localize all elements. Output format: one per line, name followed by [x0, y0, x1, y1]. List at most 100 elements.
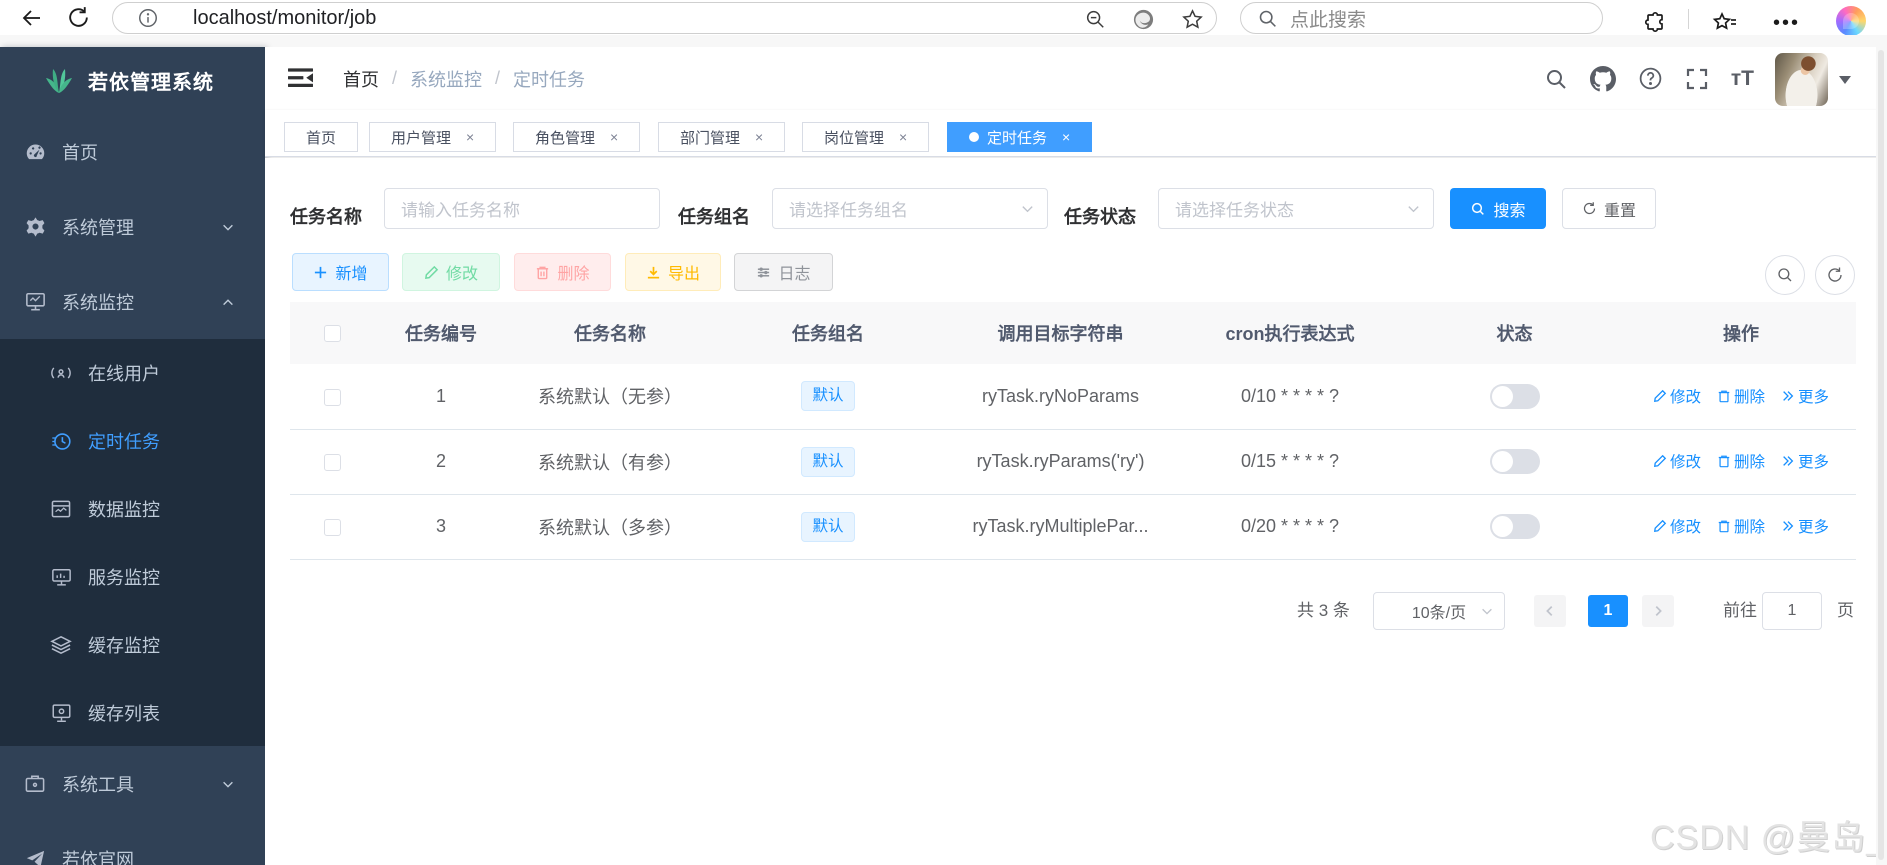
search-button-label: 搜索 — [1493, 197, 1525, 221]
row-delete-link[interactable]: 删除 — [1717, 450, 1765, 472]
tab-close-icon[interactable]: × — [899, 129, 907, 145]
page-scrollbar[interactable] — [1876, 47, 1887, 865]
sidebar-item-label: 数据监控 — [88, 496, 160, 522]
tab-dept-mgmt[interactable]: 部门管理× — [658, 122, 785, 152]
job-group-select[interactable]: 请选择任务组名 — [772, 188, 1048, 229]
edit-button[interactable]: 修改 — [402, 253, 500, 291]
edge-split-icon[interactable] — [1132, 8, 1155, 31]
row-edit-link[interactable]: 修改 — [1653, 450, 1701, 472]
page-size-select[interactable]: 10条/页 — [1373, 592, 1505, 630]
sidebar-item-home[interactable]: 首页 — [0, 114, 265, 189]
row-more-link[interactable]: 更多 — [1781, 385, 1829, 407]
export-button[interactable]: 导出 — [625, 253, 721, 291]
log-list-icon — [756, 265, 771, 280]
row-delete-link[interactable]: 删除 — [1717, 385, 1765, 407]
row-checkbox[interactable] — [324, 389, 341, 406]
favorite-star-icon[interactable] — [1181, 8, 1204, 31]
github-icon[interactable] — [1590, 66, 1616, 92]
log-button-label: 日志 — [778, 260, 810, 284]
tab-close-icon[interactable]: × — [1062, 129, 1070, 145]
reset-button[interactable]: 重置 — [1562, 188, 1656, 229]
service-monitor-icon — [50, 568, 72, 587]
header-search-icon[interactable] — [1544, 67, 1568, 91]
status-toggle[interactable] — [1490, 514, 1540, 539]
search-icon — [1776, 266, 1794, 284]
scrollbar-thumb[interactable] — [1878, 50, 1884, 860]
job-status-select[interactable]: 请选择任务状态 — [1158, 188, 1434, 229]
refresh-icon — [1582, 201, 1597, 216]
browser-search-box[interactable]: 点此搜索 — [1240, 2, 1603, 34]
table-row: 2 系统默认（有参） 默认 ryTask.ryParams('ry') 0/15… — [290, 429, 1856, 494]
refresh-table-button[interactable] — [1815, 255, 1855, 295]
sidebar-logo[interactable]: 若依管理系统 — [0, 47, 265, 114]
sidebar-item-service-monitor[interactable]: 服务监控 — [0, 543, 265, 611]
url-text[interactable]: localhost/monitor/job — [193, 7, 376, 30]
row-more-link[interactable]: 更多 — [1781, 515, 1829, 537]
browser-back-icon[interactable] — [20, 6, 44, 30]
cell-cron: 0/10 * * * * ? — [1177, 364, 1403, 429]
extensions-icon[interactable] — [1644, 11, 1668, 35]
help-icon[interactable] — [1638, 66, 1663, 91]
row-edit-link[interactable]: 修改 — [1653, 385, 1701, 407]
sidebar-item-online-users[interactable]: 在线用户 — [0, 339, 265, 407]
sidebar-item-system-tools[interactable]: 系统工具 — [0, 746, 265, 821]
tab-close-icon[interactable]: × — [610, 129, 618, 145]
sidebar-item-cache-list[interactable]: 缓存列表 — [0, 679, 265, 747]
sidebar-item-official-site[interactable]: 若依官网 — [0, 821, 265, 865]
logo-title: 若依管理系统 — [88, 66, 214, 95]
favorites-bar-icon[interactable] — [1712, 11, 1738, 35]
tab-user-mgmt[interactable]: 用户管理× — [369, 122, 496, 152]
tab-role-mgmt[interactable]: 角色管理× — [513, 122, 640, 152]
row-checkbox[interactable] — [324, 519, 341, 536]
cell-invoke-target: ryTask.ryNoParams — [944, 364, 1177, 429]
tab-post-mgmt[interactable]: 岗位管理 × — [802, 122, 929, 152]
trash-icon — [1717, 389, 1731, 403]
row-delete-link[interactable]: 删除 — [1717, 515, 1765, 537]
goto-page-input[interactable]: 1 — [1762, 592, 1822, 630]
tab-close-icon[interactable]: × — [466, 129, 474, 145]
browser-menu-icon[interactable]: ••• — [1773, 12, 1800, 35]
browser-refresh-icon[interactable] — [66, 5, 91, 30]
search-button[interactable]: 搜索 — [1450, 188, 1546, 229]
col-invoke-target: 调用目标字符串 — [944, 302, 1177, 364]
breadcrumb-level1: 系统监控 — [410, 66, 482, 92]
zoom-out-icon[interactable] — [1084, 8, 1106, 30]
row-edit-link[interactable]: 修改 — [1653, 515, 1701, 537]
page-number-1[interactable]: 1 — [1588, 595, 1628, 627]
copilot-icon[interactable] — [1836, 6, 1866, 36]
active-tab-dot — [969, 132, 979, 142]
pencil-icon — [1653, 519, 1667, 533]
prev-page-button[interactable] — [1534, 595, 1566, 627]
delete-button[interactable]: 删除 — [514, 253, 611, 291]
sidebar-toggle-icon[interactable] — [288, 67, 313, 89]
sidebar-item-cache-monitor[interactable]: 缓存监控 — [0, 611, 265, 679]
status-toggle[interactable] — [1490, 449, 1540, 474]
job-name-input[interactable]: 请输入任务名称 — [384, 188, 660, 229]
show-search-toggle-button[interactable] — [1765, 255, 1805, 295]
tab-home[interactable]: 首页 — [284, 122, 358, 152]
browser-address-bar[interactable]: localhost/monitor/job — [112, 2, 1217, 34]
cache-stack-icon — [50, 635, 72, 655]
double-arrow-icon — [1781, 519, 1795, 533]
font-size-icon[interactable]: ᴛT — [1731, 67, 1754, 91]
breadcrumb-home[interactable]: 首页 — [343, 66, 379, 92]
sidebar-item-scheduled-jobs[interactable]: 定时任务 — [0, 407, 265, 475]
user-menu[interactable] — [1775, 53, 1852, 106]
next-page-button[interactable] — [1642, 595, 1674, 627]
fullscreen-icon[interactable] — [1685, 67, 1709, 91]
select-all-checkbox[interactable] — [324, 325, 341, 342]
sidebar-item-system-mgmt[interactable]: 系统管理 — [0, 189, 265, 264]
tab-label: 岗位管理 — [824, 127, 884, 148]
status-toggle[interactable] — [1490, 384, 1540, 409]
avatar[interactable] — [1775, 53, 1828, 106]
add-button[interactable]: 新增 — [292, 253, 389, 291]
row-checkbox[interactable] — [324, 454, 341, 471]
tab-scheduled-jobs[interactable]: 定时任务× — [947, 122, 1092, 152]
sidebar-item-data-monitor[interactable]: 数据监控 — [0, 475, 265, 543]
site-info-icon[interactable] — [137, 7, 159, 29]
timer-icon — [50, 431, 72, 452]
sidebar-item-system-monitor[interactable]: 系统监控 — [0, 264, 265, 339]
tab-close-icon[interactable]: × — [755, 129, 763, 145]
log-button[interactable]: 日志 — [734, 253, 833, 291]
row-more-link[interactable]: 更多 — [1781, 450, 1829, 472]
